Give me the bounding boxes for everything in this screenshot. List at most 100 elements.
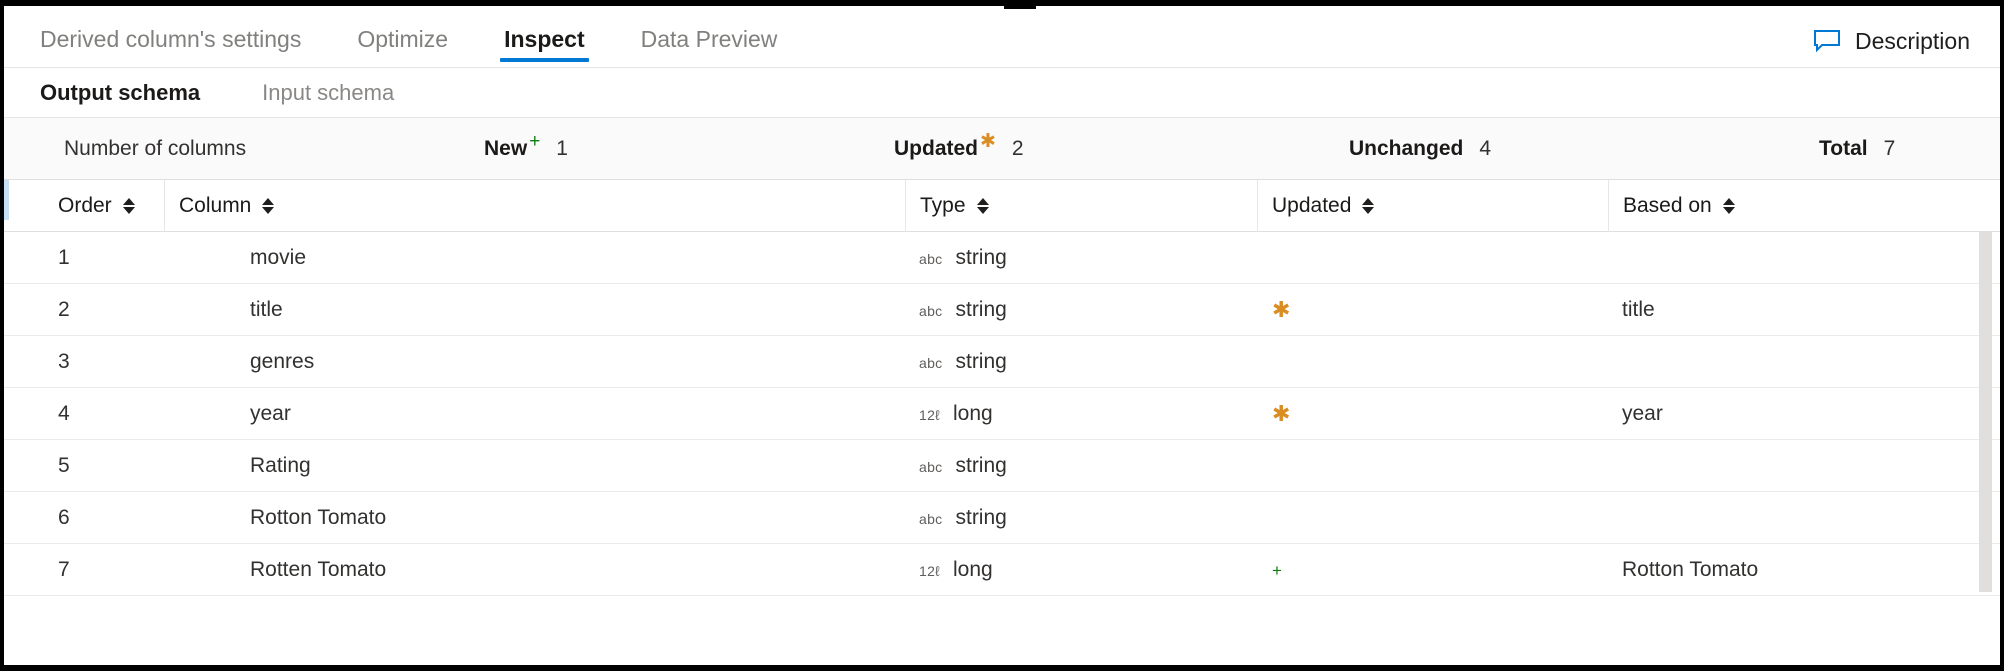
cell-updated [1272, 492, 1612, 544]
cell-type-label: string [955, 298, 1006, 322]
cell-column: movie [250, 232, 910, 284]
description-button[interactable]: Description [1813, 29, 1970, 53]
string-type-icon: abc [919, 303, 942, 319]
table-row[interactable]: 5 Rating abcstring [4, 440, 2000, 492]
subtab-output-schema[interactable]: Output schema [40, 82, 200, 104]
summary-stat-label: Updated [894, 137, 978, 161]
cell-column: year [250, 388, 910, 440]
cell-column: Rating [250, 440, 910, 492]
speech-bubble-icon [1813, 29, 1841, 53]
updated-asterisk-icon: ✱ [1272, 299, 1290, 321]
sort-icon[interactable] [262, 198, 274, 214]
cell-column: genres [250, 350, 314, 374]
cell-based-on [1622, 336, 1992, 388]
header-order[interactable]: Order [44, 180, 164, 232]
cell-order: 3 [58, 350, 70, 374]
string-type-icon: abc [919, 251, 942, 267]
table-row[interactable]: 3 genres abcstring [4, 336, 2000, 388]
header-based-on[interactable]: Based on [1608, 180, 1988, 232]
cell-updated: + [1272, 544, 1612, 596]
cell-based-on [1622, 492, 1992, 544]
cell-updated [1272, 440, 1612, 492]
cell-order: 5 [58, 440, 168, 492]
cell-type: abcstring [919, 336, 1259, 388]
table-row[interactable]: 7Rotten Tomato12ℓlong+Rotton Tomato [4, 544, 2000, 596]
tab-label: Inspect [504, 26, 585, 52]
cell-column: year [250, 402, 291, 426]
cell-based-on: Rotton Tomato [1622, 544, 1992, 596]
table-row[interactable]: 4year12ℓlong✱year [4, 388, 2000, 440]
cell-type-label: string [955, 454, 1006, 478]
summary-stat-value: 4 [1479, 137, 1491, 161]
cell-type-label: long [953, 402, 993, 426]
header-updated[interactable]: Updated [1257, 180, 1624, 232]
summary-stat-label: New [484, 137, 527, 161]
header-type[interactable]: Type [905, 180, 1269, 232]
table-body: 1movieabcstring2titleabcstring✱title3gen… [4, 232, 2000, 596]
cell-updated [1272, 232, 1612, 284]
number-type-icon: 12ℓ [919, 407, 940, 423]
table-row[interactable]: 1movieabcstring [4, 232, 2000, 284]
cell-type: 12ℓlong [919, 544, 1259, 596]
string-type-icon: abc [919, 355, 942, 371]
cell-column: Rotten Tomato [250, 558, 386, 582]
tab-data-preview[interactable]: Data Preview [641, 28, 778, 67]
cell-based-on [1622, 440, 1992, 492]
inspect-panel: Derived column's settings Optimize Inspe… [0, 0, 2004, 671]
summary-stat-total: Total 7 [1819, 118, 1895, 180]
sort-icon[interactable] [1723, 198, 1735, 214]
new-plus-icon: + [1272, 562, 1282, 579]
cell-order: 2 [58, 298, 70, 322]
cell-type-label: string [955, 506, 1006, 530]
cell-column: Rotten Tomato [250, 544, 910, 596]
cell-type: abc string [919, 284, 1259, 336]
summary-stat-value: 2 [1012, 137, 1024, 161]
tab-inspect[interactable]: Inspect [504, 28, 585, 67]
column-count-summary: Number of columns New + 1 Updated ✱ 2 Un… [4, 118, 2000, 180]
tab-derived-column-settings[interactable]: Derived column's settings [40, 28, 301, 67]
summary-stat-value: 1 [556, 137, 568, 161]
cell-based_on: Rotton Tomato [1622, 558, 1758, 582]
sort-icon[interactable] [123, 198, 135, 214]
left-accent-bar [4, 180, 9, 220]
table-header-row: Order Column Type Updated Based on [4, 180, 2000, 232]
tab-optimize[interactable]: Optimize [357, 28, 448, 67]
type-group: abcstring [919, 350, 1007, 374]
type-group: abc string [919, 506, 1007, 530]
cell-column: Rotton Tomato [250, 492, 910, 544]
header-column[interactable]: Column [164, 180, 919, 232]
cell-order: 6 [58, 506, 70, 530]
cell-based_on: title [1622, 298, 1655, 322]
type-group: abc string [919, 298, 1007, 322]
cell-order: 4 [58, 402, 70, 426]
cell-updated: ✱ [1272, 388, 1612, 440]
summary-title: Number of columns [64, 118, 246, 180]
summary-stat-unchanged: Unchanged 4 [1349, 118, 1491, 180]
schema-subtab-strip: Output schema Input schema [4, 68, 2000, 118]
new-plus-icon: + [529, 132, 540, 151]
sort-icon[interactable] [1362, 198, 1374, 214]
cell-type: 12ℓ long [919, 388, 1259, 440]
cell-order: 2 [58, 284, 168, 336]
cell-based-on: year [1622, 388, 1992, 440]
table-row[interactable]: 2 title abc string ✱ title [4, 284, 2000, 336]
main-tab-strip: Derived column's settings Optimize Inspe… [4, 6, 2000, 68]
window-top-notch [1004, 0, 1036, 9]
table-row[interactable]: 6 Rotton Tomato abc string [4, 492, 2000, 544]
cell-type-label: string [955, 246, 1006, 270]
cell-column: genres [250, 336, 910, 388]
summary-stat-label: Unchanged [1349, 137, 1463, 161]
type-group: abc string [919, 246, 1007, 270]
cell-type: abcstring [919, 440, 1259, 492]
cell-order: 5 [58, 454, 70, 478]
cell-column: Rotton Tomato [250, 506, 386, 530]
sort-icon[interactable] [977, 198, 989, 214]
vertical-scrollbar[interactable] [1979, 232, 1992, 592]
cell-type: abc string [919, 492, 1259, 544]
schema-table: Order Column Type Updated Based on 1movi… [4, 180, 2000, 605]
string-type-icon: abc [919, 511, 942, 527]
cell-column: title [250, 284, 910, 336]
summary-stat-new: New + 1 [484, 118, 568, 180]
subtab-input-schema[interactable]: Input schema [262, 82, 394, 104]
type-group: abcstring [919, 454, 1007, 478]
